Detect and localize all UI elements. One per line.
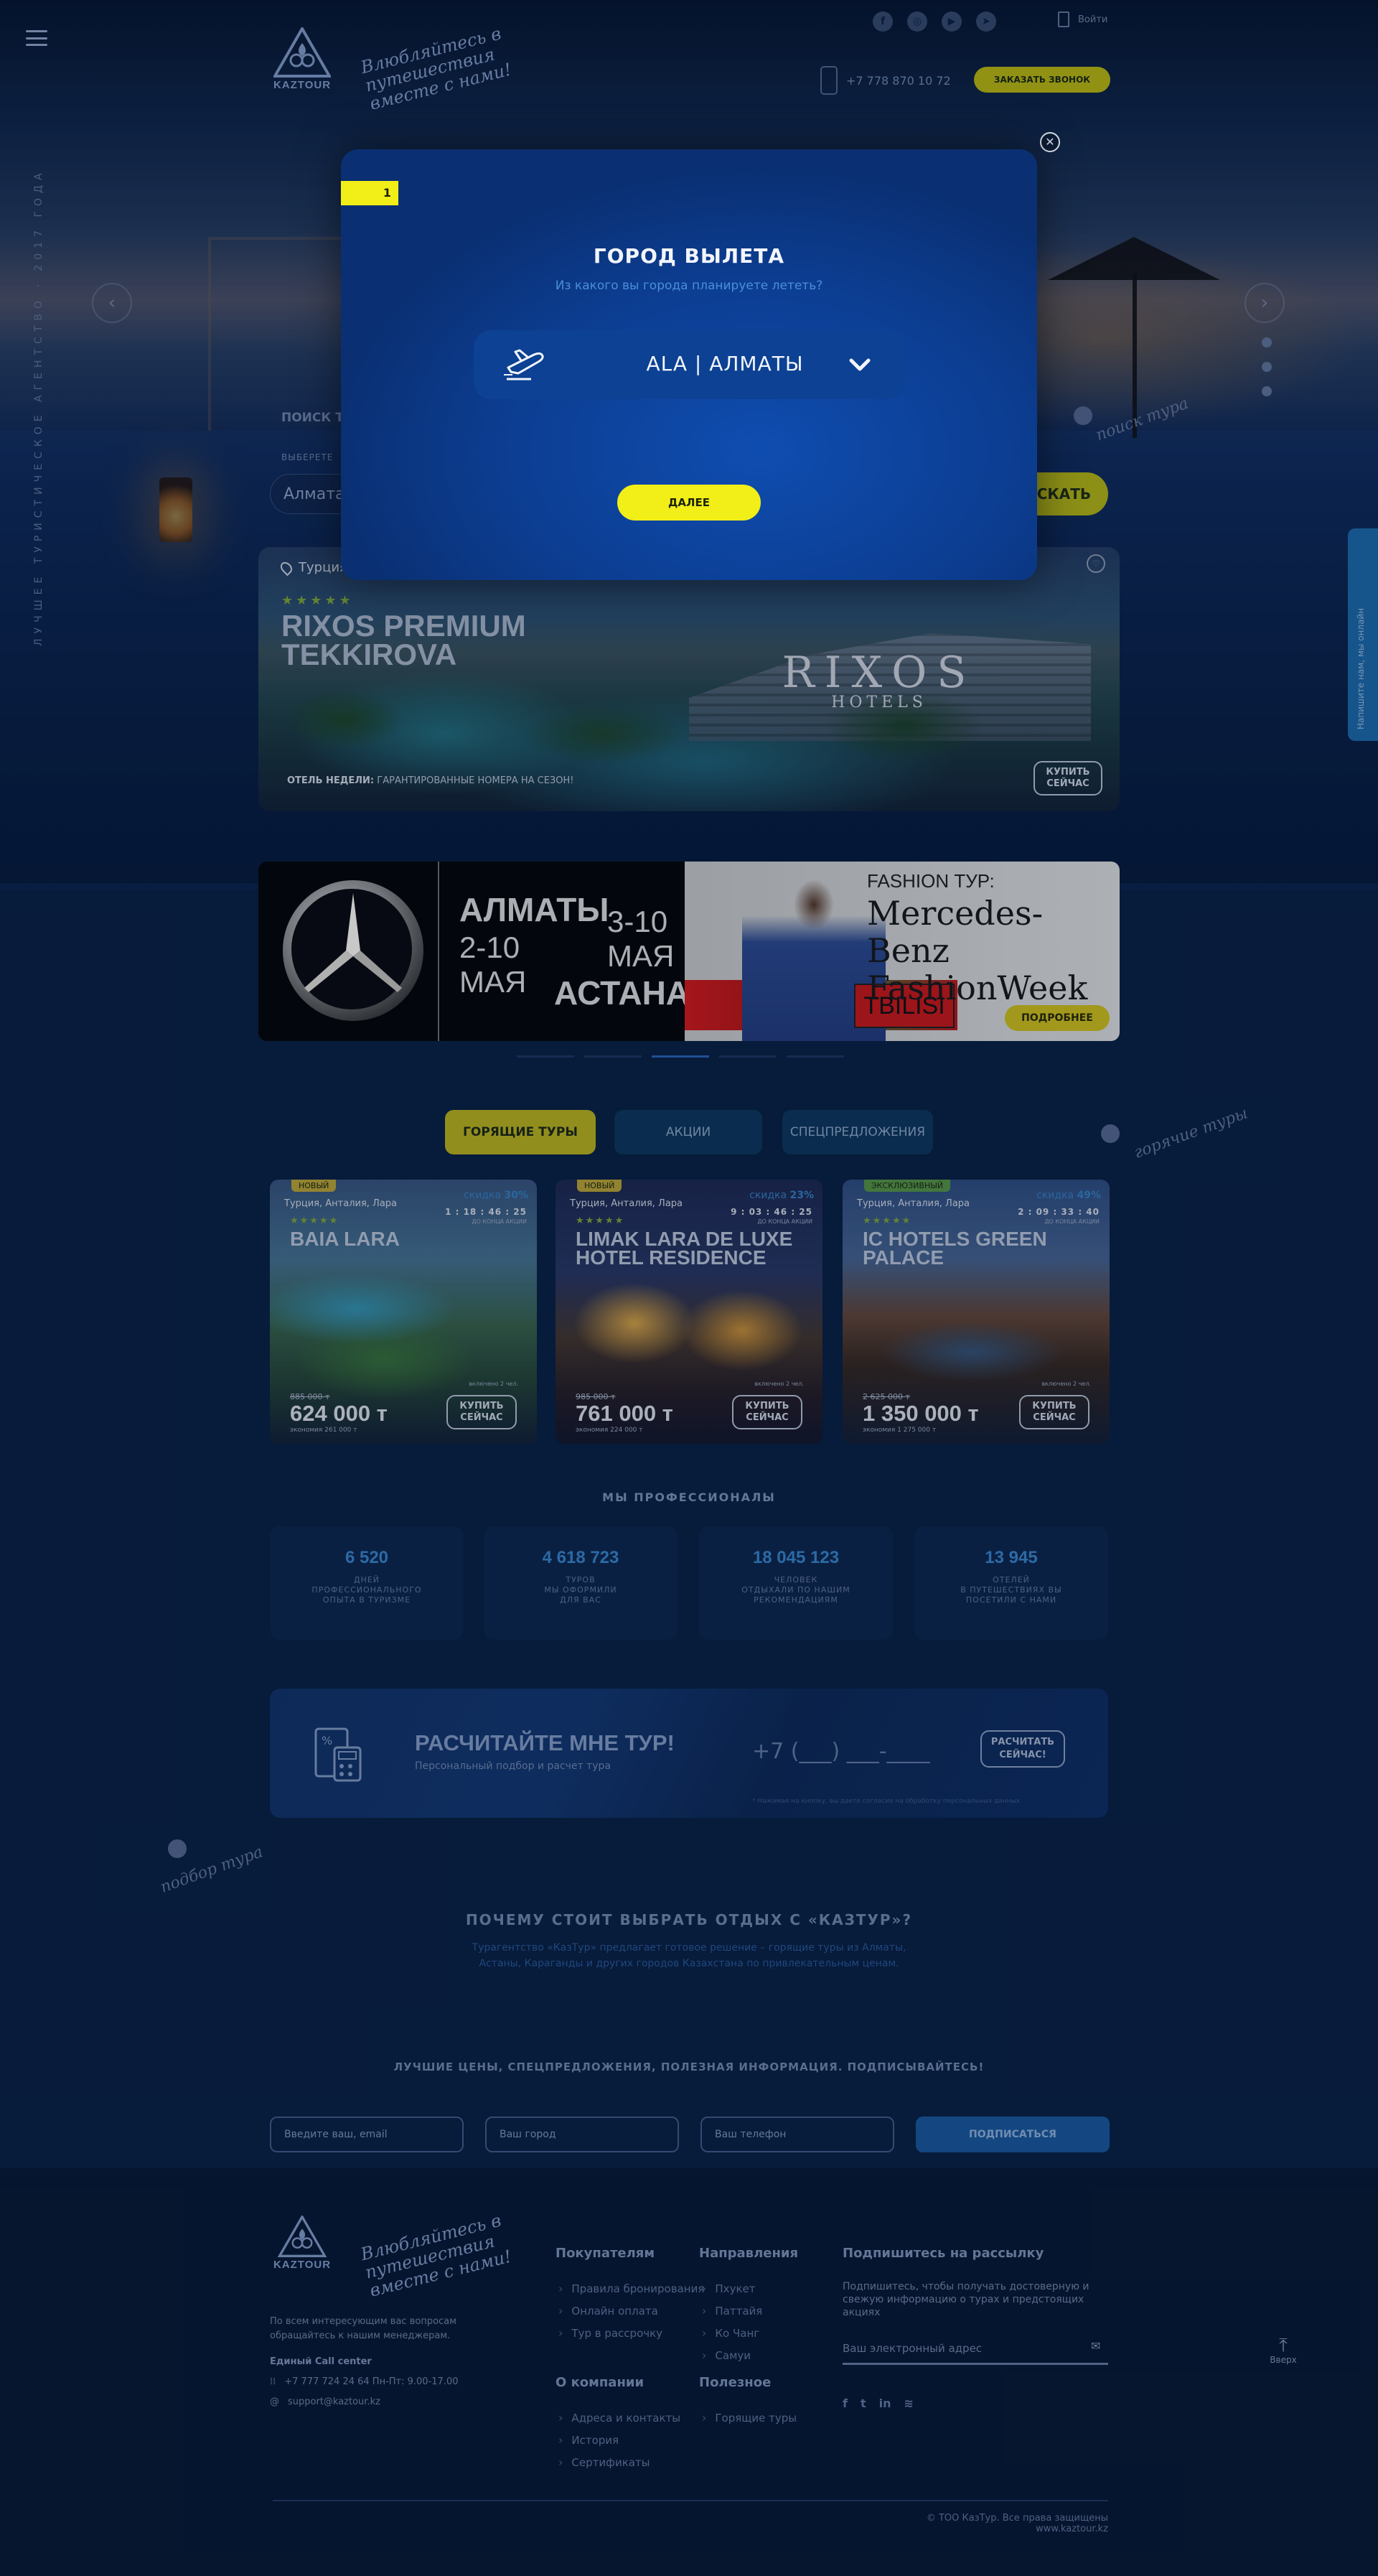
airplane-takeoff-icon bbox=[504, 349, 544, 381]
next-button[interactable]: ДАЛЕЕ bbox=[617, 485, 761, 521]
close-icon[interactable]: ✕ bbox=[1040, 132, 1060, 152]
departure-city-modal: 1 ГОРОД ВЫЛЕТА Из какого вы города плани… bbox=[341, 149, 1037, 580]
mercedes-star-icon bbox=[304, 893, 402, 992]
selected-city: ALA | АЛМАТЫ bbox=[646, 352, 804, 375]
modal-title: ГОРОД ВЫЛЕТА bbox=[593, 244, 785, 268]
departure-city-select[interactable]: ALA | АЛМАТЫ bbox=[474, 330, 904, 399]
modal-step-badge: 1 bbox=[341, 181, 398, 205]
chevron-down-icon bbox=[849, 358, 871, 371]
modal-subtitle: Из какого вы города планируете лететь? bbox=[555, 279, 823, 293]
